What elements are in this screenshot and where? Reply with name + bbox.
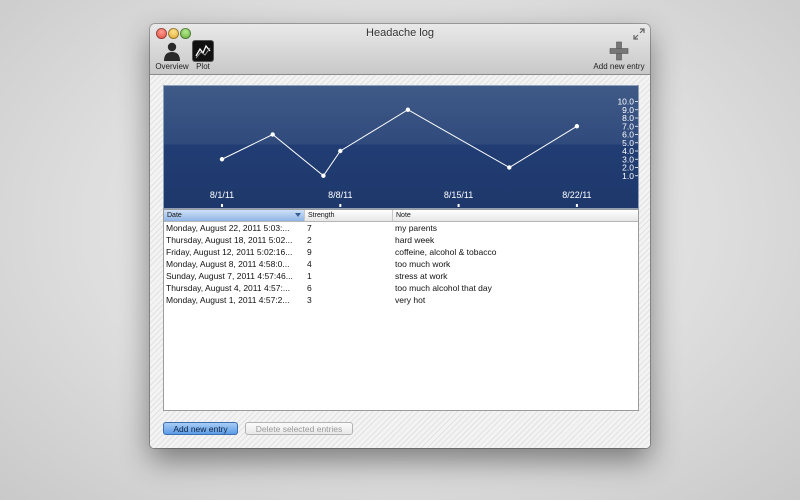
cell-strength: 4 [307, 259, 312, 269]
table-row[interactable]: Friday, August 12, 2011 5:02:16... 9 cof… [164, 246, 638, 258]
y-tick-label: 1.0 [622, 171, 634, 181]
cell-date: Monday, August 22, 2011 5:03:... [166, 223, 290, 233]
cell-date: Monday, August 1, 2011 4:57:2... [166, 295, 290, 305]
title-bar: Headache log Overview Plot Add new entry [150, 24, 650, 75]
x-tick-mark [339, 204, 342, 207]
cell-note: stress at work [395, 271, 448, 281]
table-row[interactable]: Monday, August 8, 2011 4:58:0... 4 too m… [164, 258, 638, 270]
column-header-date[interactable]: Date [164, 210, 305, 221]
cell-strength: 6 [307, 283, 312, 293]
data-point [507, 165, 512, 170]
cell-note: very hot [395, 295, 426, 305]
plot-label: Plot [196, 62, 210, 71]
column-header-note[interactable]: Note [393, 210, 638, 221]
x-tick-label: 8/22/11 [562, 190, 591, 200]
cell-date: Sunday, August 7, 2011 4:57:46... [166, 271, 293, 281]
x-tick-mark [457, 204, 460, 207]
cell-strength: 9 [307, 247, 312, 257]
data-point [219, 157, 225, 162]
line-graph-icon [193, 41, 213, 61]
cell-strength: 2 [307, 235, 312, 245]
column-header-note-label: Note [396, 212, 411, 219]
cell-date: Thursday, August 4, 2011 4:57:... [166, 283, 290, 293]
add-new-entry-button[interactable]: Add new entry [163, 422, 238, 435]
data-point [321, 173, 326, 178]
cell-note: my parents [395, 223, 438, 233]
cell-note: too much alcohol that day [395, 283, 492, 293]
data-point [270, 132, 275, 137]
plus-icon [609, 41, 629, 61]
cell-strength: 3 [307, 295, 312, 305]
cell-strength: 1 [307, 271, 312, 281]
add-entry-toolbar-label: Add new entry [593, 62, 645, 71]
fullscreen-icon[interactable] [633, 28, 645, 40]
cell-strength: 7 [307, 223, 312, 233]
table-header: Date Strength Note [164, 210, 638, 222]
x-tick-label: 8/1/11 [210, 190, 234, 200]
cell-date: Monday, August 8, 2011 4:58:0... [166, 259, 290, 269]
table-row[interactable]: Monday, August 22, 2011 5:03:... 7 my pa… [164, 222, 638, 234]
table-row[interactable]: Thursday, August 4, 2011 4:57:... 6 too … [164, 282, 638, 294]
overview-label: Overview [155, 62, 189, 71]
column-header-strength[interactable]: Strength [305, 210, 393, 221]
x-tick-label: 8/15/11 [444, 190, 473, 200]
overview-toolbar-button[interactable]: Overview [154, 41, 190, 71]
series-line [221, 109, 578, 177]
window-title: Headache log [366, 27, 434, 39]
table-row[interactable]: Sunday, August 7, 2011 4:57:46... 1 stre… [164, 270, 638, 282]
cell-date: Thursday, August 18, 2011 5:02... [166, 235, 293, 245]
sort-descending-icon [295, 213, 301, 217]
column-header-strength-label: Strength [308, 212, 335, 219]
content-area: 10.0 9.0 8.0 7.0 6.0 5.0 4.0 3.0 2.0 1.0 8/1/11 8/8… [150, 75, 650, 448]
cell-note: coffeine, alcohol & tobacco [395, 247, 497, 257]
app-window: Headache log Overview Plot Add new entry… [150, 24, 650, 448]
data-point [405, 107, 411, 112]
headache-chart: 10.0 9.0 8.0 7.0 6.0 5.0 4.0 3.0 2.0 1.0 8/1/11 8/8… [163, 85, 639, 209]
add-entry-toolbar-button[interactable]: Add new entry [592, 41, 646, 71]
entries-table[interactable]: Date Strength Note Monday, August 22, 20… [163, 209, 639, 411]
cell-date: Friday, August 12, 2011 5:02:16... [166, 247, 293, 257]
delete-selected-entries-button[interactable]: Delete selected entries [245, 422, 353, 435]
person-silhouette-icon [162, 41, 182, 61]
chart-svg: 10.09.08.07.06.05.04.03.02.01.08/1/11 8/8… [210, 97, 638, 207]
plot-toolbar-button[interactable]: Plot [190, 41, 216, 71]
data-point [338, 148, 343, 154]
x-tick-mark [575, 204, 578, 207]
cell-note: hard week [395, 235, 435, 245]
table-row[interactable]: Thursday, August 18, 2011 5:02... 2 hard… [164, 234, 638, 246]
x-tick-mark [221, 204, 223, 207]
cell-note: too much work [395, 259, 451, 269]
x-tick-label: 8/8/11 [328, 190, 352, 200]
column-header-date-label: Date [167, 212, 182, 219]
table-row[interactable]: Monday, August 1, 2011 4:57:2... 3 very … [164, 294, 638, 306]
data-point [574, 124, 580, 129]
